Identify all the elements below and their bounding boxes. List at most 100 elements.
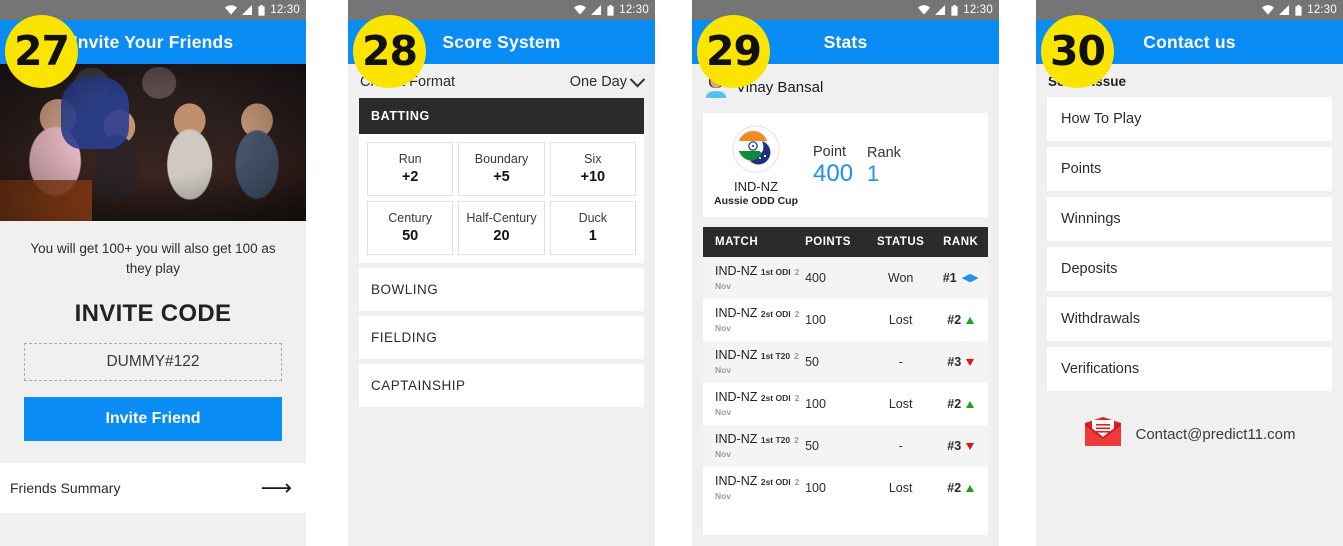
score-cell-name: Six <box>584 152 602 166</box>
rank-down-icon <box>966 442 975 450</box>
table-row[interactable]: IND-NZ 1st ODI 2 Nov 400 Won #1 ◀▶ <box>703 257 988 299</box>
match-name: IND-NZ <box>715 348 758 362</box>
step-number: 28 <box>361 27 418 75</box>
step-number: 30 <box>1049 27 1106 75</box>
email-icon <box>1083 417 1123 452</box>
match-cell: IND-NZ 1st T20 2 Nov <box>703 432 805 460</box>
rank-up-icon <box>966 316 975 324</box>
contact-email: Contact@predict11.com <box>1135 426 1296 443</box>
wifi-icon <box>918 5 931 15</box>
table-row[interactable]: IND-NZ 2st ODI 2 Nov 100 Lost #2 <box>703 467 988 509</box>
rank-up-icon <box>966 484 975 492</box>
friends-summary-row[interactable]: Friends Summary ⟶ <box>0 463 306 514</box>
rank-cell-wrap: #2 <box>933 397 988 411</box>
captainship-section-header[interactable]: CAPTAINSHIP <box>359 364 644 407</box>
table-header-row: MATCH POINTS STATUS RANK <box>703 227 988 257</box>
batting-grid: Run +2 Boundary +5 Six +10 Century 50 Ha… <box>359 134 644 263</box>
match-format: 1st T20 <box>760 435 791 445</box>
table-footer-space <box>703 509 988 535</box>
rank-text: #3 <box>947 355 962 369</box>
wifi-icon <box>1262 5 1275 15</box>
points-cell: 50 <box>805 439 819 453</box>
step-badge: 29 <box>697 15 770 88</box>
table-row[interactable]: IND-NZ 2st ODI 2 Nov 100 Lost #2 <box>703 299 988 341</box>
status-cell: - <box>898 355 903 369</box>
status-cell: Won <box>887 271 914 285</box>
invite-friend-button[interactable]: Invite Friend <box>24 397 282 442</box>
score-cell: Six +10 <box>549 142 636 196</box>
rank-text: #2 <box>947 397 962 411</box>
score-cell-value: 1 <box>588 228 597 244</box>
column-header-status: STATUS <box>877 236 925 248</box>
match-summary-card: IND-NZ Aussie ODD Cup Point 400 Rank 1 <box>703 113 988 217</box>
rank-text: #2 <box>947 313 962 327</box>
table-row[interactable]: IND-NZ 2st ODI 2 Nov 100 Lost #2 <box>703 383 988 425</box>
invite-code-value[interactable]: DUMMY#122 <box>24 343 282 382</box>
score-cell: Half-Century 20 <box>458 201 545 255</box>
rank-value: 1 <box>867 161 880 187</box>
wifi-icon <box>574 5 587 15</box>
issue-item-points[interactable]: Points <box>1047 147 1332 191</box>
table-row[interactable]: IND-NZ 1st T20 2 Nov 50 - #3 <box>703 425 988 467</box>
issue-item-withdrawals[interactable]: Withdrawals <box>1047 297 1332 341</box>
invite-body: You will get 100+ you will also get 100 … <box>0 221 306 464</box>
signal-icon <box>242 5 253 15</box>
point-kpi: Point 400 <box>813 144 853 188</box>
screen-score-system: 12:30 28 Score System Cricket Format One… <box>348 0 655 546</box>
match-identity: IND-NZ Aussie ODD Cup <box>713 125 799 207</box>
cricket-format-select[interactable]: One Day <box>569 71 646 90</box>
match-name: IND-NZ <box>715 390 758 404</box>
score-cell-value: 50 <box>402 228 419 244</box>
table-row[interactable]: IND-NZ 1st T20 2 Nov 50 - #3 <box>703 341 988 383</box>
cricket-format-value: One Day <box>569 74 627 90</box>
page-title: Contact us <box>1143 31 1236 52</box>
app-bar: 29 Stats <box>692 15 999 88</box>
rank-cell: #2 <box>947 397 975 411</box>
issue-item-how-to-play[interactable]: How To Play <box>1047 97 1332 141</box>
match-format: 1st ODI <box>760 267 791 277</box>
rank-down-icon <box>966 358 975 366</box>
contact-email-row[interactable]: Contact@predict11.com <box>1036 417 1343 452</box>
rank-cell-wrap: #3 <box>933 439 988 453</box>
issue-item-verifications[interactable]: Verifications <box>1047 347 1332 391</box>
rank-cell: #3 <box>947 355 975 369</box>
issue-item-winnings[interactable]: Winnings <box>1047 197 1332 241</box>
rank-cell-wrap: #3 <box>933 355 988 369</box>
match-cell: IND-NZ 2st ODI 2 Nov <box>703 306 805 334</box>
score-cell-name: Boundary <box>474 152 529 166</box>
match-format: 2st ODI <box>760 477 791 487</box>
match-cell: IND-NZ 2st ODI 2 Nov <box>703 390 805 418</box>
issue-item-deposits[interactable]: Deposits <box>1047 247 1332 291</box>
match-name: IND-NZ <box>715 264 758 278</box>
bowling-section-header[interactable]: BOWLING <box>359 268 644 311</box>
fielding-section-header[interactable]: FIELDING <box>359 316 644 359</box>
match-cell: IND-NZ 1st ODI 2 Nov <box>703 264 805 292</box>
wifi-icon <box>225 5 238 15</box>
screen-invite-your-friends: 12:30 27 Invite Your Friends You will ge… <box>0 0 306 546</box>
batting-section-header[interactable]: BATTING <box>359 98 644 134</box>
app-bar: 27 Invite Your Friends <box>0 15 306 88</box>
screen-stats: 12:30 29 Stats Vinay Bansal IND-NZ Aussi… <box>692 0 999 546</box>
invite-code-heading: INVITE CODE <box>74 300 232 328</box>
clock-time: 12:30 <box>619 4 649 16</box>
match-cell: IND-NZ 2st ODI 2 Nov <box>703 474 805 502</box>
points-cell: 100 <box>805 481 826 495</box>
point-label: Point <box>813 144 847 161</box>
point-value: 400 <box>813 160 854 188</box>
page-title: Score System <box>442 31 561 52</box>
clock-time: 12:30 <box>270 4 300 16</box>
points-cell: 100 <box>805 397 826 411</box>
score-cell-value: 20 <box>493 228 510 244</box>
score-cell-name: Duck <box>578 211 608 225</box>
rank-text: #1 <box>942 271 957 285</box>
signal-icon <box>935 5 946 15</box>
batting-section: BATTING Run +2 Boundary +5 Six +10 Centu… <box>359 98 644 263</box>
rank-text: #3 <box>947 439 962 453</box>
status-cell: Lost <box>888 397 913 411</box>
rank-cell: #2 <box>947 313 975 327</box>
battery-icon <box>607 4 614 16</box>
match-format: 2st ODI <box>760 309 791 319</box>
rank-cell: #3 <box>947 439 975 453</box>
column-header-match: MATCH <box>715 236 759 248</box>
app-bar: 28 Score System <box>348 15 655 88</box>
